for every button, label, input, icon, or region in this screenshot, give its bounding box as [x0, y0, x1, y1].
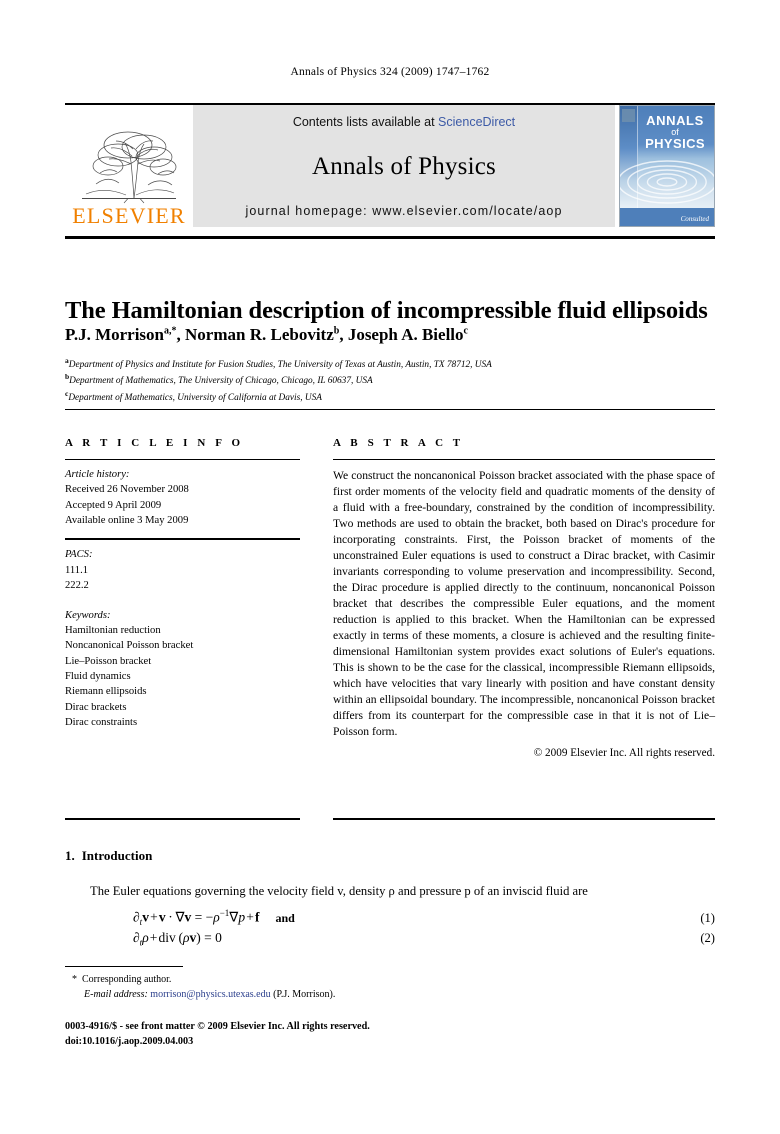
- abstract-text: We construct the noncanonical Poisson br…: [333, 469, 715, 738]
- pacs-separator-rule: [65, 538, 300, 541]
- abstract-rule: [333, 459, 715, 460]
- sciencedirect-link[interactable]: ScienceDirect: [438, 115, 515, 129]
- journal-title: Annals of Physics: [312, 152, 496, 180]
- imprint-doi-line: doi:10.1016/j.aop.2009.04.003: [65, 1035, 194, 1047]
- keyword-item: Fluid dynamics: [65, 670, 131, 682]
- equation-1-math: ∂tv + v · ∇v = −ρ−1∇p + f and: [133, 908, 295, 928]
- page-title: The Hamiltonian description of incompres…: [65, 297, 708, 325]
- keyword-item: Lie–Poisson bracket: [65, 655, 152, 667]
- right-column-bottom-rule: [333, 818, 715, 820]
- journal-masthead: ELSEVIER Contents lists available at Sci…: [65, 103, 715, 227]
- affiliation-item: aDepartment of Physics and Institute for…: [65, 356, 725, 372]
- author-marks: a,*: [164, 325, 177, 337]
- pacs-item: 111.1: [65, 564, 89, 576]
- affiliation-text: Department of Physics and Institute for …: [68, 360, 492, 371]
- history-accepted: Accepted 9 April 2009: [65, 499, 162, 511]
- cover-elsevier-mark-icon: [622, 109, 635, 122]
- affiliation-item: cDepartment of Mathematics, University o…: [65, 389, 725, 405]
- author-name: Norman R. Lebovitz: [185, 325, 334, 344]
- equation-row-2: ∂tρ + div (ρv) = 0 (2): [133, 930, 715, 948]
- author-item: Joseph A. Bielloc: [348, 325, 468, 344]
- article-history-label: Article history:: [65, 469, 130, 480]
- paper-page: Annals of Physics 324 (2009) 1747–1762 E…: [0, 0, 780, 1134]
- section-title-text: Introduction: [81, 848, 153, 863]
- section-heading-introduction: 1. Introduction: [65, 848, 152, 864]
- section-number: 1.: [65, 848, 75, 863]
- keyword-item: Dirac brackets: [65, 701, 127, 713]
- elsevier-tree-icon: [78, 128, 180, 204]
- cover-ripple-graphic: [620, 160, 714, 204]
- author-name: Joseph A. Biello: [347, 325, 464, 344]
- keyword-item: Noncanonical Poisson bracket: [65, 640, 194, 652]
- keyword-item: Dirac constraints: [65, 717, 138, 729]
- masthead-bottom-rule: [65, 236, 715, 239]
- author-list: P.J. Morrisona,*, Norman R. Lebovitzb, J…: [65, 325, 725, 345]
- journal-band: Contents lists available at ScienceDirec…: [193, 105, 615, 227]
- equation-2-math: ∂tρ + div (ρv) = 0: [133, 930, 222, 948]
- keyword-item: Riemann ellipsoids: [65, 686, 147, 698]
- author-marks: c: [463, 325, 468, 337]
- contents-lists-prefix: Contents lists available at: [292, 115, 439, 129]
- article-history-block: Article history: Received 26 November 20…: [65, 467, 300, 528]
- cover-title-line3: PHYSICS: [645, 136, 705, 152]
- abstract-column: A B S T R A C T We construct the noncano…: [333, 437, 715, 759]
- abstract-heading: A B S T R A C T: [333, 437, 464, 449]
- intro-paragraph: The Euler equations governing the veloci…: [90, 884, 588, 898]
- pacs-item: 222.2: [65, 580, 89, 592]
- corresponding-author-text: Corresponding author.: [82, 974, 172, 985]
- elsevier-wordmark: ELSEVIER: [72, 203, 186, 228]
- pacs-block: PACS: 111.1 222.2: [65, 547, 300, 593]
- article-info-rule: [65, 459, 300, 460]
- footnote-rule: [65, 966, 183, 967]
- author-marks: b: [333, 325, 340, 337]
- keywords-label: Keywords:: [65, 609, 111, 621]
- contents-lists-line: Contents lists available at ScienceDirec…: [293, 115, 515, 129]
- footnote-star-marker: *: [72, 974, 77, 985]
- elsevier-logo: ELSEVIER: [65, 105, 193, 227]
- affiliation-text: Department of Mathematics, The Universit…: [69, 376, 373, 387]
- history-available-online: Available online 3 May 2009: [65, 515, 189, 527]
- article-info-column: A R T I C L E I N F O Article history: R…: [65, 437, 300, 730]
- email-suffix: (P.J. Morrison).: [273, 989, 336, 1000]
- cover-title-line1: ANNALS: [646, 113, 704, 128]
- article-info-heading: A R T I C L E I N F O: [65, 437, 244, 449]
- cover-title: ANNALS of PHYSICS: [638, 114, 712, 151]
- history-received: Received 26 November 2008: [65, 484, 189, 496]
- keywords-block: Keywords: Hamiltonian reduction Noncanon…: [65, 608, 300, 731]
- journal-homepage-link[interactable]: journal homepage: www.elsevier.com/locat…: [245, 204, 562, 218]
- imprint-issn-line: 0003-4916/$ - see front matter © 2009 El…: [65, 1021, 370, 1032]
- email-note: E-mail address: morrison@physics.utexas.…: [72, 987, 572, 1002]
- corresponding-author-note: * Corresponding author.: [72, 972, 572, 987]
- affiliation-text: Department of Mathematics, University of…: [68, 392, 322, 403]
- keyword-item: Hamiltonian reduction: [65, 624, 161, 636]
- email-link[interactable]: morrison@physics.utexas.edu: [150, 989, 270, 1000]
- author-item: Norman R. Lebovitzb,: [185, 325, 348, 344]
- equation-1-number: (1): [700, 910, 715, 925]
- author-name: P.J. Morrison: [65, 325, 165, 344]
- footnote-block: * Corresponding author. E-mail address: m…: [72, 972, 572, 1002]
- equation-1-trailing: and: [275, 910, 295, 925]
- title-block-rule: [65, 409, 715, 410]
- left-column-bottom-rule: [65, 818, 300, 820]
- imprint-block: 0003-4916/$ - see front matter © 2009 El…: [65, 1020, 565, 1050]
- abstract-copyright: © 2009 Elsevier Inc. All rights reserved…: [533, 746, 715, 759]
- author-item: P.J. Morrisona,*,: [65, 325, 186, 344]
- cover-bottom-text: Consulted: [680, 215, 709, 223]
- email-label: E-mail address:: [84, 989, 148, 1000]
- affiliation-list: aDepartment of Physics and Institute for…: [65, 356, 725, 405]
- running-head: Annals of Physics 324 (2009) 1747–1762: [290, 66, 490, 78]
- affiliation-item: bDepartment of Mathematics, The Universi…: [65, 372, 725, 388]
- pacs-label: PACS:: [65, 549, 93, 561]
- equation-row-1: ∂tv + v · ∇v = −ρ−1∇p + f and (1): [133, 908, 715, 927]
- equation-2-number: (2): [700, 931, 715, 945]
- journal-cover-thumbnail: ANNALS of PHYSICS Consulted: [619, 105, 715, 227]
